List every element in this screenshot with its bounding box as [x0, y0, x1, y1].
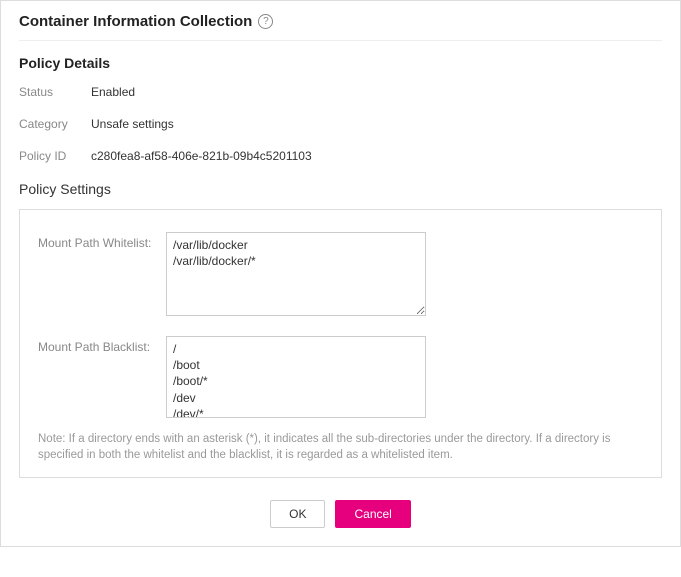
policy-details-title: Policy Details	[19, 55, 662, 71]
whitelist-row: Mount Path Whitelist:	[38, 232, 643, 316]
policy-settings-title: Policy Settings	[19, 181, 662, 197]
blacklist-input[interactable]	[166, 336, 426, 418]
footer-buttons: OK Cancel	[19, 500, 662, 528]
panel-header: Container Information Collection ?	[19, 13, 662, 41]
policy-id-row: Policy ID c280fea8-af58-406e-821b-09b4c5…	[19, 149, 662, 163]
status-label: Status	[19, 85, 91, 99]
category-label: Category	[19, 117, 91, 131]
settings-note: Note: If a directory ends with an asteri…	[38, 432, 643, 463]
cancel-button[interactable]: Cancel	[335, 500, 410, 528]
settings-box: Mount Path Whitelist: Mount Path Blackli…	[19, 209, 662, 478]
blacklist-row: Mount Path Blacklist:	[38, 336, 643, 418]
panel-title: Container Information Collection	[19, 13, 252, 30]
policy-panel: Container Information Collection ? Polic…	[0, 0, 681, 547]
category-row: Category Unsafe settings	[19, 117, 662, 131]
help-icon[interactable]: ?	[258, 14, 273, 29]
policy-id-value: c280fea8-af58-406e-821b-09b4c5201103	[91, 149, 312, 163]
ok-button[interactable]: OK	[270, 500, 325, 528]
status-row: Status Enabled	[19, 85, 662, 99]
whitelist-label: Mount Path Whitelist:	[38, 232, 166, 250]
policy-id-label: Policy ID	[19, 149, 91, 163]
status-value: Enabled	[91, 85, 135, 99]
blacklist-label: Mount Path Blacklist:	[38, 336, 166, 354]
category-value: Unsafe settings	[91, 117, 174, 131]
whitelist-input[interactable]	[166, 232, 426, 316]
